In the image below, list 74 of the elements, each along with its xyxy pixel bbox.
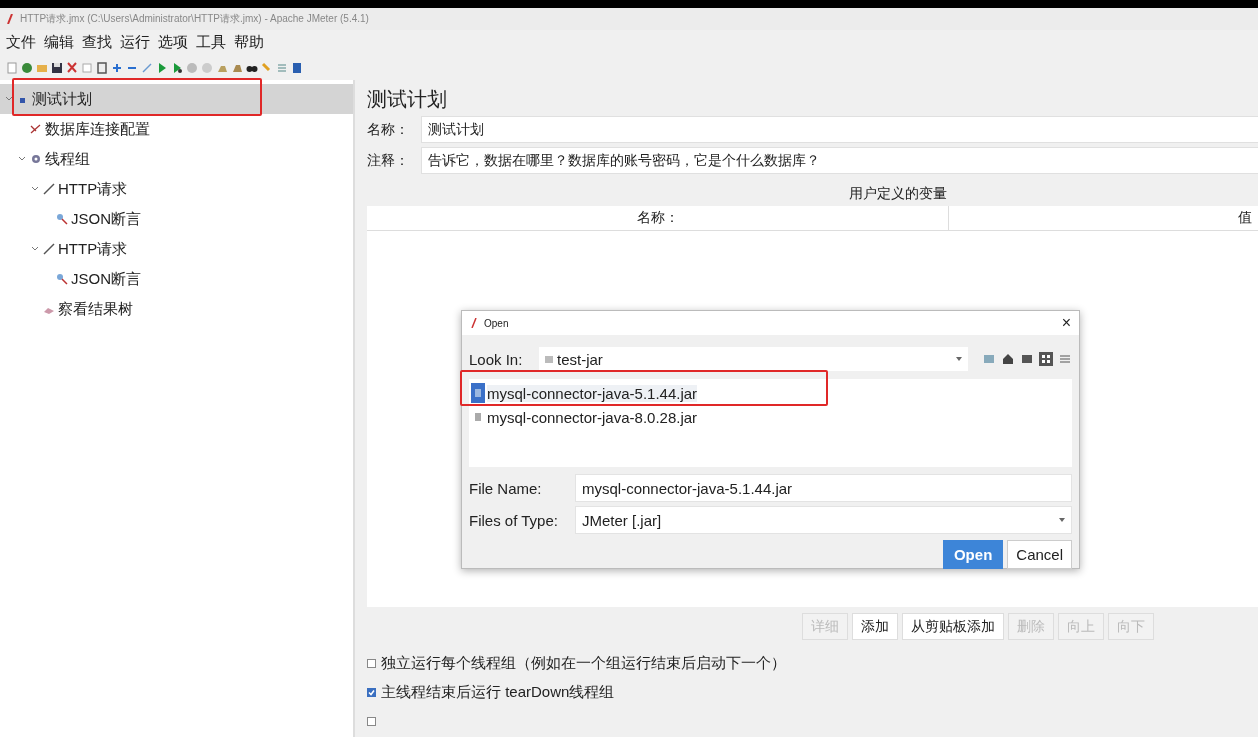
pen-icon <box>43 243 55 255</box>
cancel-button[interactable]: Cancel <box>1007 540 1072 569</box>
tree-label: HTTP请求 <box>58 179 128 199</box>
tree-label: 察看结果树 <box>58 299 133 319</box>
tree-label: 测试计划 <box>32 89 92 109</box>
plus-icon[interactable] <box>111 61 123 74</box>
menu-item[interactable]: 查找 <box>81 33 113 52</box>
app-logo-icon <box>470 318 478 328</box>
column-header[interactable]: 名称： <box>367 206 949 230</box>
table-caption: 用户定义的变量 <box>847 184 948 202</box>
tree-label: HTTP请求 <box>58 239 128 259</box>
menu-item[interactable]: 选项 <box>157 33 189 52</box>
home-icon[interactable] <box>1001 352 1015 366</box>
expanded-chevron-icon[interactable] <box>31 246 39 252</box>
folder-icon <box>545 355 553 363</box>
tick-icon <box>368 689 375 696</box>
tree-item[interactable]: HTTP请求 <box>0 234 353 264</box>
list-view-icon[interactable] <box>1058 352 1072 366</box>
menu-item[interactable]: 文件 <box>5 33 37 52</box>
tree-item[interactable]: JSON断言 <box>0 264 353 294</box>
tree-item[interactable]: 线程组 <box>0 144 353 174</box>
tree-item[interactable]: 数据库连接配置 <box>0 114 353 144</box>
tree-item[interactable]: JSON断言 <box>0 204 353 234</box>
grid-view-icon[interactable] <box>1039 352 1053 366</box>
dialog-title: Open <box>484 317 509 329</box>
dropdown-arrow-icon <box>956 357 962 361</box>
field-label: File Name: <box>469 479 543 497</box>
checkbox-label: 独立运行每个线程组（例如在一个组运行结束后启动下一个） <box>381 654 786 673</box>
tree-label: 线程组 <box>45 149 90 169</box>
field-label: 注释： <box>367 151 410 170</box>
dropdown-arrow-icon <box>1059 518 1065 522</box>
tree-label: 数据库连接配置 <box>45 119 150 139</box>
dropdown[interactable]: test-jar <box>539 347 968 371</box>
field-label: Files of Type: <box>469 511 559 529</box>
checkbox[interactable] <box>367 717 376 726</box>
column-header[interactable]: 值 <box>949 206 1258 230</box>
tree-item[interactable]: HTTP请求 <box>0 174 353 204</box>
app-logo-icon <box>6 14 14 24</box>
open-button[interactable]: Open <box>942 540 1004 569</box>
expanded-chevron-icon[interactable] <box>18 156 26 162</box>
pen-icon <box>43 183 55 195</box>
field-label: Look In: <box>469 350 524 368</box>
dropdown[interactable]: JMeter [.jar] <box>575 506 1072 534</box>
file-item[interactable]: mysql-connector-java-5.1.44.jar <box>487 384 698 402</box>
menu-item[interactable]: 帮助 <box>233 33 265 52</box>
input-field[interactable]: 告诉它，数据在哪里？数据库的账号密码，它是个什么数据库？ <box>421 147 1258 174</box>
play-icon[interactable] <box>171 61 183 74</box>
window-title: HTTP请求.jmx (C:\Users\Administrator\HTTP请求.jmx) - Apache JMeter (5.4.1) <box>20 12 369 26</box>
action-button[interactable]: 从剪贴板添加 <box>902 613 1004 640</box>
magnifier-icon <box>56 213 68 225</box>
expanded-chevron-icon[interactable] <box>31 186 39 192</box>
menu-item[interactable]: 编辑 <box>43 33 75 52</box>
checkbox[interactable] <box>367 659 376 668</box>
field-label: 名称： <box>367 120 410 139</box>
file-item[interactable]: mysql-connector-java-8.0.28.jar <box>487 408 698 426</box>
menu-item[interactable]: 工具 <box>195 33 227 52</box>
expanded-chevron-icon[interactable] <box>5 96 13 102</box>
input-field[interactable]: mysql-connector-java-5.1.44.jar <box>575 474 1072 502</box>
panel-title: 测试计划 <box>367 87 448 112</box>
magnifier-icon <box>56 273 68 285</box>
paste-icon[interactable] <box>96 61 108 74</box>
tree-label: JSON断言 <box>71 269 141 289</box>
save-icon[interactable] <box>51 61 63 74</box>
tree-label: JSON断言 <box>71 209 141 229</box>
checkbox-label: 主线程结束后运行 tearDown线程组 <box>381 683 615 702</box>
close-button[interactable]: × <box>1061 308 1071 338</box>
menu-item[interactable]: 运行 <box>119 33 151 52</box>
action-button[interactable]: 添加 <box>852 613 898 640</box>
gear-icon <box>30 153 42 165</box>
page-icon[interactable] <box>6 61 18 74</box>
input-field[interactable]: 测试计划 <box>421 116 1258 143</box>
tree-item[interactable]: 测试计划 <box>0 84 353 114</box>
checkbox[interactable] <box>367 688 376 697</box>
tree-item[interactable]: 察看结果树 <box>0 294 353 324</box>
